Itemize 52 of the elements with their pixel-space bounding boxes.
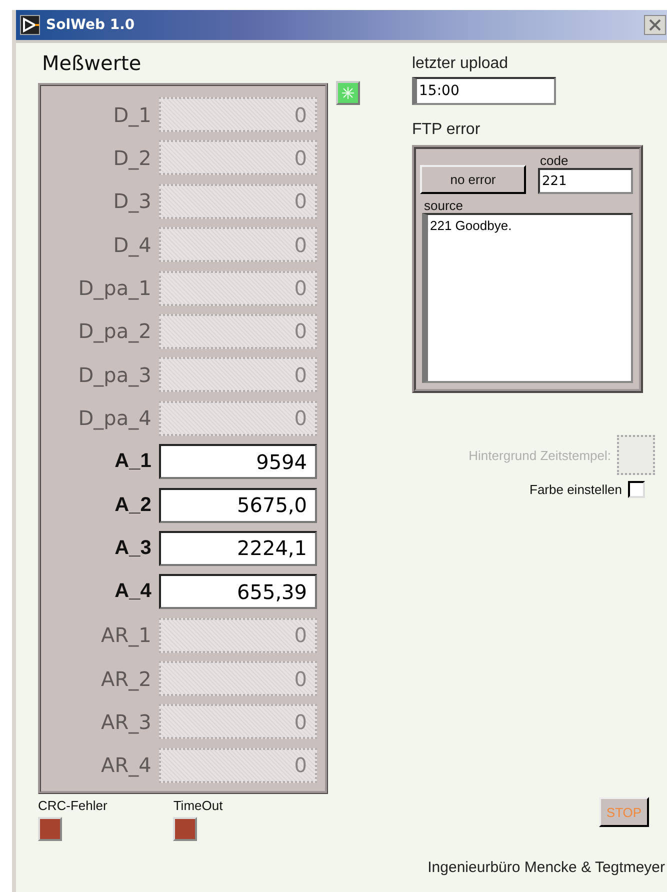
measurement-value: 0	[159, 618, 317, 653]
indicator-label: CRC-Fehler	[38, 798, 108, 813]
timestamp-background-label: Hintergrund Zeitstempel:	[468, 448, 611, 462]
measurement-label: D_pa_4	[77, 406, 152, 430]
measurement-label: D_pa_2	[77, 319, 152, 344]
sparkle-icon	[341, 86, 355, 100]
source-label: source	[424, 198, 464, 213]
close-button[interactable]	[644, 15, 666, 35]
measurement-value: 655,39	[159, 574, 317, 610]
error-status-button[interactable]: no error	[420, 165, 526, 194]
measurement-value: 9594	[159, 444, 317, 480]
measurement-value: 0	[159, 184, 317, 219]
measurement-value: 5675,0	[159, 488, 317, 523]
measurement-value: 0	[159, 270, 317, 306]
measurement-label: AR_4	[100, 753, 152, 778]
measurement-label: AR_2	[100, 666, 152, 691]
measurement-value: 0	[159, 227, 317, 262]
measurement-value: 0	[159, 140, 317, 176]
measurement-label: A_4	[114, 580, 152, 604]
panel-heading: Meßwerte	[42, 51, 142, 77]
measurement-value: 0	[159, 661, 317, 696]
measurement-label: A_3	[114, 536, 152, 560]
measurement-value: 0	[159, 704, 317, 740]
measurement-label: D_1	[112, 102, 152, 126]
measurement-label: AR_3	[100, 710, 152, 734]
measurement-value: 0	[159, 400, 317, 436]
upload-time-field[interactable]: 15:00	[412, 77, 556, 105]
measurement-value: 0	[159, 314, 317, 349]
measurement-value: 0	[159, 748, 317, 783]
window-title: SolWeb 1.0	[46, 17, 136, 33]
set-color-checkbox[interactable]	[628, 481, 645, 498]
set-color-label: Farbe einstellen	[530, 482, 622, 497]
measurement-label: A_1	[114, 450, 152, 474]
indicator-label: TimeOut	[173, 798, 223, 813]
app-icon	[20, 15, 40, 35]
measurement-label: D_pa_3	[77, 362, 152, 387]
footer-text: Ingenieurbüro Mencke & Tegtmeyer	[428, 859, 665, 876]
ftp-error-label: FTP error	[412, 121, 482, 140]
measurement-label: A_2	[114, 494, 152, 517]
measurement-label: AR_1	[100, 623, 152, 648]
measurement-value: 0	[159, 357, 317, 392]
source-field[interactable]: 221 Goodbye.	[422, 213, 633, 383]
measurement-label: D_3	[112, 189, 152, 214]
upload-label: letzter upload	[412, 55, 510, 74]
code-field[interactable]: 221	[538, 168, 633, 194]
measurement-label: D_pa_1	[77, 276, 152, 300]
measurement-value: 2224,1	[159, 530, 317, 566]
measurement-label: D_2	[112, 146, 152, 170]
code-label: code	[540, 153, 570, 168]
close-icon	[649, 19, 661, 31]
measurement-label: D_4	[112, 232, 152, 257]
measurement-value: 0	[159, 97, 317, 132]
